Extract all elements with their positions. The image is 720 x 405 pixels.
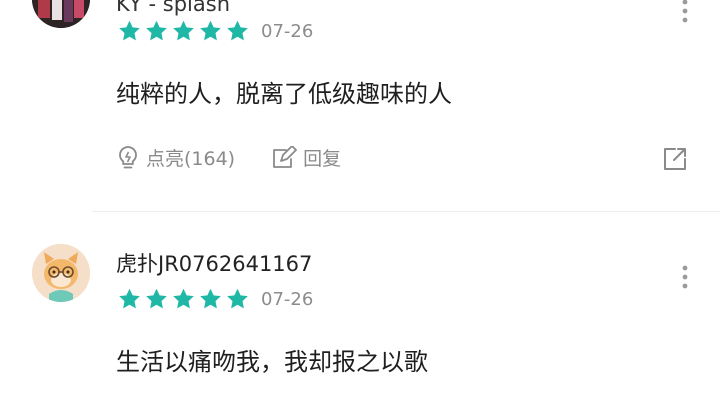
comment-text: 纯粹的人，脱离了低级趣味的人 [116, 80, 452, 108]
star-icon [227, 288, 248, 309]
avatar[interactable] [32, 0, 90, 28]
share-button[interactable] [662, 146, 688, 172]
rating-row: 07-26 [116, 286, 313, 312]
avatar[interactable] [32, 244, 90, 302]
comment-date: 07-26 [261, 288, 314, 310]
more-options-button[interactable] [676, 262, 694, 292]
username[interactable]: KY - splash [116, 0, 230, 16]
comment-actions: 点亮(164) 回复 [116, 144, 377, 171]
comment-item: KY - splash 07-26 纯粹的人，脱离了低级趣味的人 点亮(164)… [0, 0, 720, 210]
star-icon [173, 20, 194, 41]
comment-list: KY - splash 07-26 纯粹的人，脱离了低级趣味的人 点亮(164)… [0, 0, 720, 405]
star-icon [119, 288, 140, 309]
star-icon [200, 288, 221, 309]
username[interactable]: 虎扑JR0762641167 [116, 248, 312, 278]
rating-row: 07-26 [116, 18, 313, 44]
like-count-label: 点亮(164) [146, 148, 236, 170]
more-vertical-icon [682, 0, 688, 23]
star-icon [146, 20, 167, 41]
like-button[interactable]: 点亮(164) [116, 144, 235, 171]
comment-item: 虎扑JR0762641167 07-26 生活以痛吻我，我却报之以歌 [0, 212, 720, 405]
share-external-icon [664, 148, 686, 170]
more-options-button[interactable] [676, 0, 694, 26]
comment-date: 07-26 [261, 20, 314, 42]
reply-label: 回复 [303, 148, 342, 170]
star-icon [146, 288, 167, 309]
star-icon [173, 288, 194, 309]
reply-button[interactable]: 回复 [271, 144, 341, 171]
lightbulb-icon [119, 145, 137, 168]
comment-text: 生活以痛吻我，我却报之以歌 [116, 348, 428, 376]
star-icon [227, 20, 248, 41]
more-vertical-icon [682, 265, 688, 289]
star-icon [119, 20, 140, 41]
edit-reply-icon [273, 145, 297, 168]
star-icon [200, 20, 221, 41]
